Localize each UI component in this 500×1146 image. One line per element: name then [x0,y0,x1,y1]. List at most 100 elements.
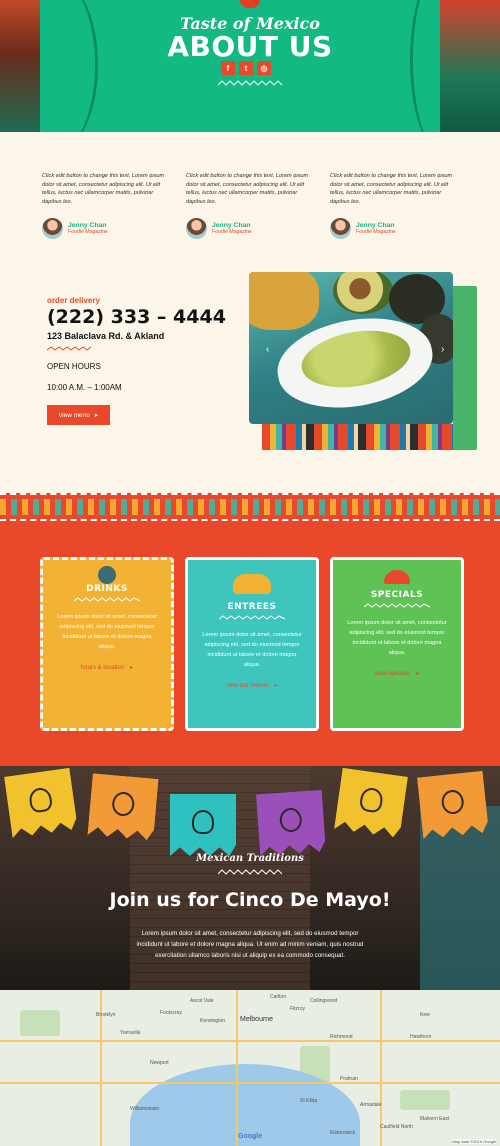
author-source: Foodie Magazine [68,229,108,236]
testimonial-card: Click edit button to change this text. L… [42,172,170,240]
specials-title: SPECIALS [370,590,424,600]
opening-hours: 10:00 A.M. – 1:00AM [47,383,122,392]
social-links: f t ◎ [221,61,271,75]
twitter-icon[interactable]: t [239,61,253,75]
author-source: Foodie Magazine [212,229,252,236]
map-park [20,1010,60,1036]
author-source: Foodie Magazine [356,229,396,236]
map-label: St Kilda [300,1098,318,1104]
chevron-right-icon: ▸ [130,665,134,671]
taco-icon [233,574,271,594]
entrees-title: ENTREES [227,602,277,612]
hours-location-label: hours & location [80,664,124,671]
hero-banner: Taste of Mexico ABOUT US f t ◎ [0,0,500,132]
slider-prev-icon[interactable]: ‹ [266,344,269,355]
drinks-text: Lorem ipsum dolor sit amet, consectetur … [57,614,157,650]
zigzag-divider [364,603,430,608]
google-logo[interactable]: Google [238,1133,262,1140]
chevron-right-icon: ▸ [416,671,420,677]
hours-label: OPEN HOURS [47,362,101,371]
drinks-title: DRINKS [86,584,128,594]
flower-icon [440,789,464,815]
chevron-right-icon: ▸ [274,683,278,689]
view-specials-link[interactable]: view specials ▸ [374,670,420,678]
phone-number[interactable]: (222) 333 – 4444 [47,306,226,328]
view-menu-button[interactable]: view menu ▸ [47,405,110,425]
page-title: ABOUT US [167,30,333,63]
sombrero-icon [384,570,410,584]
traditions-subtitle: Mexican Traditions [196,853,304,864]
hours-location-link[interactable]: hours & location ▸ [80,664,134,672]
serape-pattern [262,424,453,450]
avatar [186,218,207,240]
view-menus-link[interactable]: view our menus ▸ [226,682,278,690]
view-menus-label: view our menus [226,682,269,689]
papel-picado-flag [87,773,158,841]
map-label: Malvern East [420,1116,450,1122]
map-label: Prahran [340,1076,358,1082]
page: Taste of Mexico ABOUT US f t ◎ Click edi… [0,0,500,1146]
map-credit[interactable]: Map data ©2019 Google [452,1139,496,1144]
zigzag-divider [74,597,140,602]
map-city-label: Melbourne [240,1016,274,1023]
chips-bowl [249,272,319,330]
map-road [236,990,238,1146]
map-label: Newport [150,1060,169,1066]
testimonial-text: Click edit button to change this text. L… [330,173,453,205]
drinks-card: DRINKS Lorem ipsum dolor sit amet, conse… [40,557,174,731]
map-label: Yarraville [120,1030,141,1036]
skull-icon [192,810,214,834]
traditions-title: Join us for Cinco De Mayo! [109,889,391,911]
papel-picado-flag [4,768,78,839]
author-name: Jenny Chan [356,222,395,230]
testimonial-text: Click edit button to change this text. L… [42,173,165,205]
map-park [400,1090,450,1110]
avocado-half [333,272,393,314]
decorative-strip [453,286,477,450]
testimonial-author: Jenny Chan Foodie Magazine [42,218,170,240]
zigzag-divider [218,869,282,875]
map-road [0,1082,500,1084]
testimonial-card: Click edit button to change this text. L… [186,172,314,240]
drink-glass-icon [98,566,116,584]
map-label: Richmond [330,1034,353,1040]
map-label: Kensington [200,1018,226,1024]
testimonials: Click edit button to change this text. L… [42,172,462,240]
testimonial-author: Jenny Chan Foodie Magazine [330,218,458,240]
specials-text: Lorem ipsum dolor sit amet, consectetur … [347,620,447,656]
map-label: Footscray [160,1010,182,1016]
map-label: Carlton [270,994,287,1000]
address: 123 Balaclava Rd. & Akland [47,331,165,341]
sombrero-icon [279,807,303,832]
testimonial-author: Jenny Chan Foodie Magazine [186,218,314,240]
slider-next-icon[interactable]: › [441,344,444,355]
chevron-right-icon: ▸ [94,412,99,419]
skull-icon [359,787,384,814]
zigzag-divider [218,80,282,86]
map-label: Elsternwick [330,1130,356,1136]
map-label: Williamstown [130,1106,160,1112]
map-label: Collingwood [310,998,338,1004]
map-label: Caulfield North [380,1124,414,1130]
pattern-band-motif [0,499,500,515]
map-label: Brooklyn [96,1012,116,1018]
pattern-band [0,493,500,521]
map-label: Ascot Vale [190,998,214,1004]
map-road [0,1040,500,1042]
flower-icon [111,791,135,817]
testimonial-text: Click edit button to change this text. L… [186,173,309,205]
papel-picado-flag [334,768,408,839]
traditions-text: Lorem ipsum dolor sit amet, consectetur … [136,930,364,959]
chili-pepper-icon [240,0,260,8]
instagram-icon[interactable]: ◎ [257,61,271,75]
entrees-card: ENTREES Lorem ipsum dolor sit amet, cons… [185,557,319,731]
location-map[interactable]: Melbourne Brooklyn Footscray Newport Wil… [0,990,500,1146]
food-photo-slider [249,272,453,424]
menu-section: DRINKS Lorem ipsum dolor sit amet, conse… [0,521,500,766]
papel-picado-flag [170,794,236,856]
view-specials-label: view specials [374,670,411,677]
facebook-icon[interactable]: f [221,61,235,75]
author-name: Jenny Chan [68,222,107,230]
papel-picado-flag [256,790,326,856]
author-name: Jenny Chan [212,222,251,230]
